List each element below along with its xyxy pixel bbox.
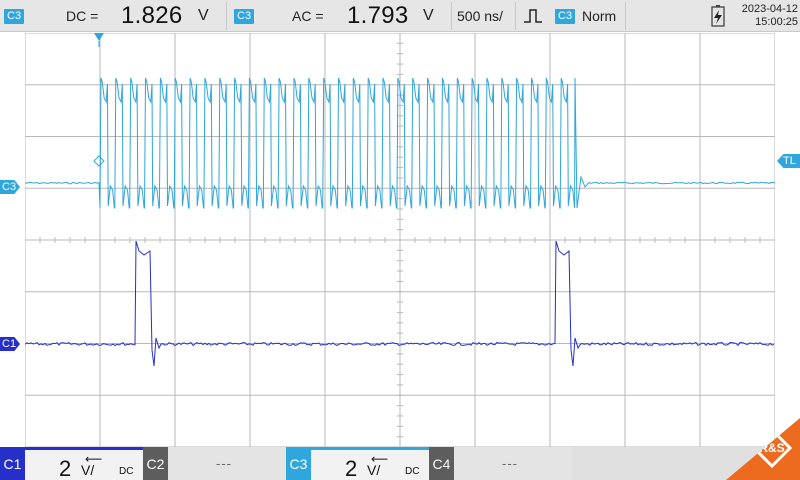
battery-charging-icon [708, 0, 728, 32]
meas1-channel-tag: C3 [4, 0, 25, 32]
ch3-scale-box[interactable]: 2 V/ ⟵ DC [311, 447, 429, 480]
timebase-display[interactable]: 500 ns/ [457, 0, 503, 32]
ch1-tag[interactable]: C1 [0, 447, 25, 480]
ch1-scale-box[interactable]: 2 V/ ⟵ DC [25, 447, 143, 480]
top-status-bar: C3 DC = 1.826 V C3 AC = 1.793 V 500 ns/ … [0, 0, 800, 32]
trigger-source[interactable]: C3 [555, 0, 576, 32]
date-text: 2023-04-12 [741, 3, 798, 15]
meas1-unit-text: V [198, 7, 209, 24]
meas2-channel: C3 [234, 8, 255, 24]
ch3-coupling: DC [405, 466, 420, 477]
meas1-type-label: DC = [66, 8, 99, 24]
ch4-value: --- [502, 456, 518, 471]
ch1-coupling-arrow-icon: ⟵ [85, 452, 103, 466]
trigger-mode-text: Norm [582, 8, 617, 24]
ch4-box[interactable]: --- [454, 447, 572, 480]
right-marker-strip [775, 33, 800, 447]
meas2-type-label: AC = [292, 8, 324, 24]
meas2-type[interactable]: AC = [292, 0, 324, 32]
ch2-value: --- [216, 456, 232, 471]
ch3-coupling-arrow-icon: ⟵ [371, 452, 389, 466]
trigger-edge-icon[interactable] [523, 0, 543, 32]
ch3-scale: 2 [345, 456, 358, 480]
ch4-tag[interactable]: C4 [429, 447, 454, 480]
date-time: 2023-04-12 15:00:25 [734, 3, 798, 29]
ch3-tag[interactable]: C3 [286, 447, 311, 480]
timebase-text: 500 ns/ [457, 8, 503, 24]
meas2-value-text: 1.793 [347, 2, 409, 29]
channel-bar: C1 2 V/ ⟵ DC C2 --- C3 2 V/ ⟵ DC C4 --- [0, 447, 800, 480]
meas1-value[interactable]: 1.826 [121, 0, 183, 32]
trigger-source-tag: C3 [555, 8, 576, 24]
meas1-value-text: 1.826 [121, 2, 183, 29]
waveform-display[interactable] [25, 33, 775, 447]
trigger-mode[interactable]: Norm [582, 0, 616, 32]
meas2-channel-tag: C3 [234, 0, 255, 32]
trigger-position-marker [94, 33, 104, 41]
meas1-unit: V [198, 0, 209, 32]
ch2-box[interactable]: --- [168, 447, 286, 480]
meas1-channel: C3 [4, 8, 25, 24]
ch2-tag[interactable]: C2 [143, 447, 168, 480]
meas1-type[interactable]: DC = [66, 0, 98, 32]
left-marker-strip [0, 33, 25, 447]
trigger-point-marker [93, 155, 105, 167]
time-text: 15:00:25 [755, 16, 798, 28]
battery-icon [711, 5, 725, 27]
rising-edge-icon [524, 9, 542, 23]
meas2-value[interactable]: 1.793 [347, 0, 409, 32]
meas2-unit: V [423, 0, 434, 32]
meas2-unit-text: V [423, 7, 434, 24]
ch1-coupling: DC [119, 466, 134, 477]
waveform-svg [25, 33, 775, 447]
ch1-scale: 2 [59, 456, 72, 480]
